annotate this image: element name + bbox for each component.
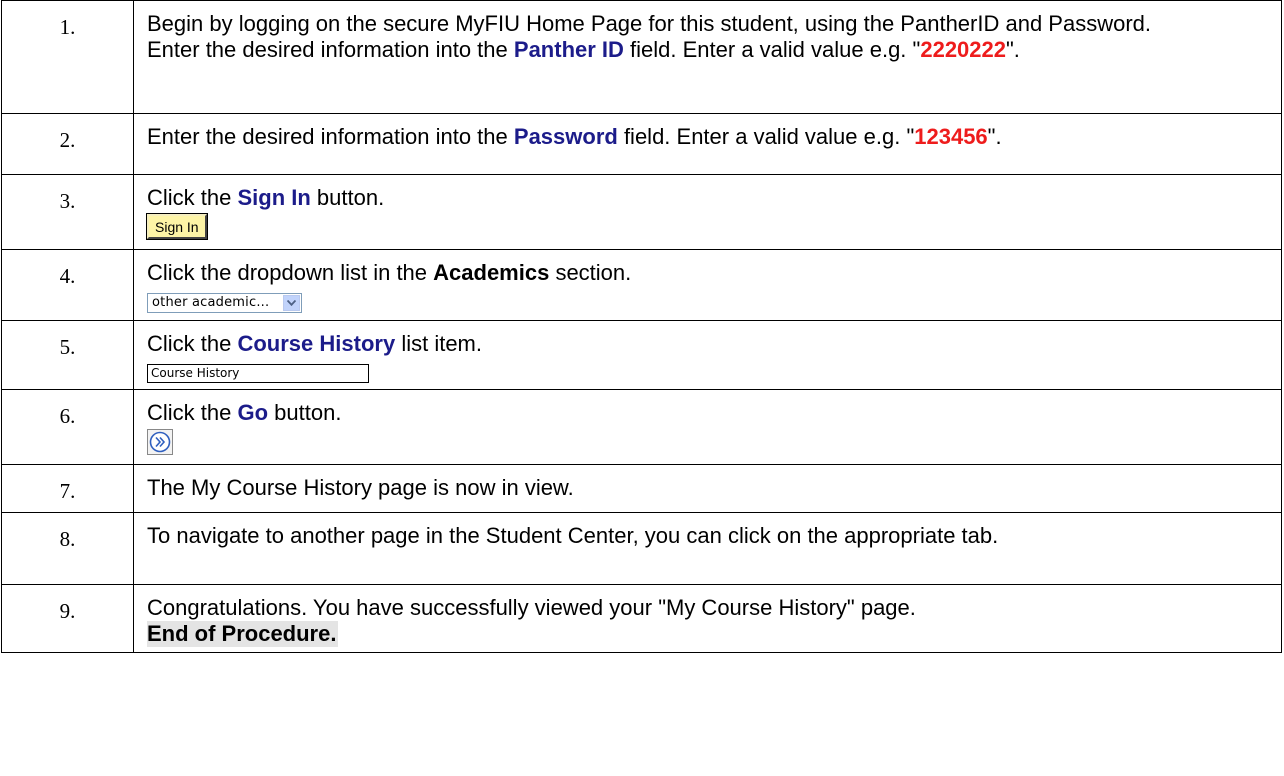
step-row-5: 5. Click the Course History list item. C… bbox=[1, 320, 1282, 390]
step-text: Click the bbox=[147, 400, 238, 425]
step-text: list item. bbox=[395, 331, 482, 356]
sign-in-button[interactable]: Sign In bbox=[147, 214, 207, 239]
example-value: 2220222 bbox=[920, 37, 1006, 62]
step-row-9: 9. Congratulations. You have successfull… bbox=[1, 584, 1282, 653]
end-of-procedure-label: End of Procedure. bbox=[147, 621, 339, 647]
step-text: Enter the desired information into the bbox=[147, 124, 514, 149]
dropdown-value: other academic... bbox=[152, 295, 270, 310]
button-keyword: Sign In bbox=[237, 185, 311, 210]
step-row-8: 8. To navigate to another page in the St… bbox=[1, 512, 1282, 585]
step-row-2: 2. Enter the desired information into th… bbox=[1, 113, 1282, 175]
example-value: 123456 bbox=[914, 124, 988, 149]
step-text: field. Enter a valid value e.g. " bbox=[623, 37, 921, 62]
steps-table: 1. Begin by logging on the secure MyFIU … bbox=[1, 0, 1282, 653]
go-button[interactable] bbox=[147, 429, 173, 455]
section-keyword: Academics bbox=[433, 260, 550, 285]
double-chevron-right-icon bbox=[149, 431, 171, 453]
step-text: Click the dropdown list in the bbox=[147, 260, 434, 285]
step-row-7: 7. The My Course History page is now in … bbox=[1, 464, 1282, 513]
step-text: button. bbox=[310, 185, 385, 210]
step-number: 5. bbox=[1, 320, 134, 390]
step-number: 6. bbox=[1, 389, 134, 465]
step-text: ". bbox=[1006, 37, 1020, 62]
step-row-3: 3. Click the Sign In button. Sign In bbox=[1, 174, 1282, 250]
step-text: section. bbox=[549, 260, 632, 285]
step-text: Congratulations. You have successfully v… bbox=[147, 595, 916, 620]
step-content: The My Course History page is now in vie… bbox=[133, 464, 1282, 513]
step-text: ". bbox=[987, 124, 1002, 149]
step-row-1: 1. Begin by logging on the secure MyFIU … bbox=[1, 0, 1282, 114]
step-number: 8. bbox=[1, 512, 134, 585]
step-content: Click the Sign In button. Sign In bbox=[133, 174, 1282, 250]
step-text: Click the bbox=[147, 331, 238, 356]
step-text: Enter the desired information into the bbox=[147, 37, 514, 62]
step-text: Click the bbox=[147, 185, 238, 210]
step-content: Congratulations. You have successfully v… bbox=[133, 584, 1282, 653]
step-text: button. bbox=[268, 400, 342, 425]
step-row-6: 6. Click the Go button. bbox=[1, 389, 1282, 465]
field-keyword: Password bbox=[513, 124, 618, 149]
list-item-keyword: Course History bbox=[237, 331, 396, 356]
step-content: Begin by logging on the secure MyFIU Hom… bbox=[133, 0, 1282, 114]
step-text: field. Enter a valid value e.g. " bbox=[617, 124, 915, 149]
step-row-4: 4. Click the dropdown list in the Academ… bbox=[1, 249, 1282, 321]
step-text: Begin by logging on the secure MyFIU Hom… bbox=[147, 11, 1151, 36]
step-content: Click the dropdown list in the Academics… bbox=[133, 249, 1282, 321]
step-content: To navigate to another page in the Stude… bbox=[133, 512, 1282, 585]
field-keyword: Panther ID bbox=[513, 37, 624, 62]
step-content: Click the Course History list item. Cour… bbox=[133, 320, 1282, 390]
step-content: Enter the desired information into the P… bbox=[133, 113, 1282, 175]
step-number: 7. bbox=[1, 464, 134, 513]
step-number: 3. bbox=[1, 174, 134, 250]
step-number: 4. bbox=[1, 249, 134, 321]
button-keyword: Go bbox=[237, 400, 269, 425]
chevron-down-icon[interactable] bbox=[283, 295, 301, 311]
step-number: 9. bbox=[1, 584, 134, 653]
course-history-list-item[interactable]: Course History bbox=[147, 364, 369, 383]
step-number: 2. bbox=[1, 113, 134, 175]
step-number: 1. bbox=[1, 0, 134, 114]
step-content: Click the Go button. bbox=[133, 389, 1282, 465]
academics-dropdown[interactable]: other academic... bbox=[147, 293, 303, 313]
